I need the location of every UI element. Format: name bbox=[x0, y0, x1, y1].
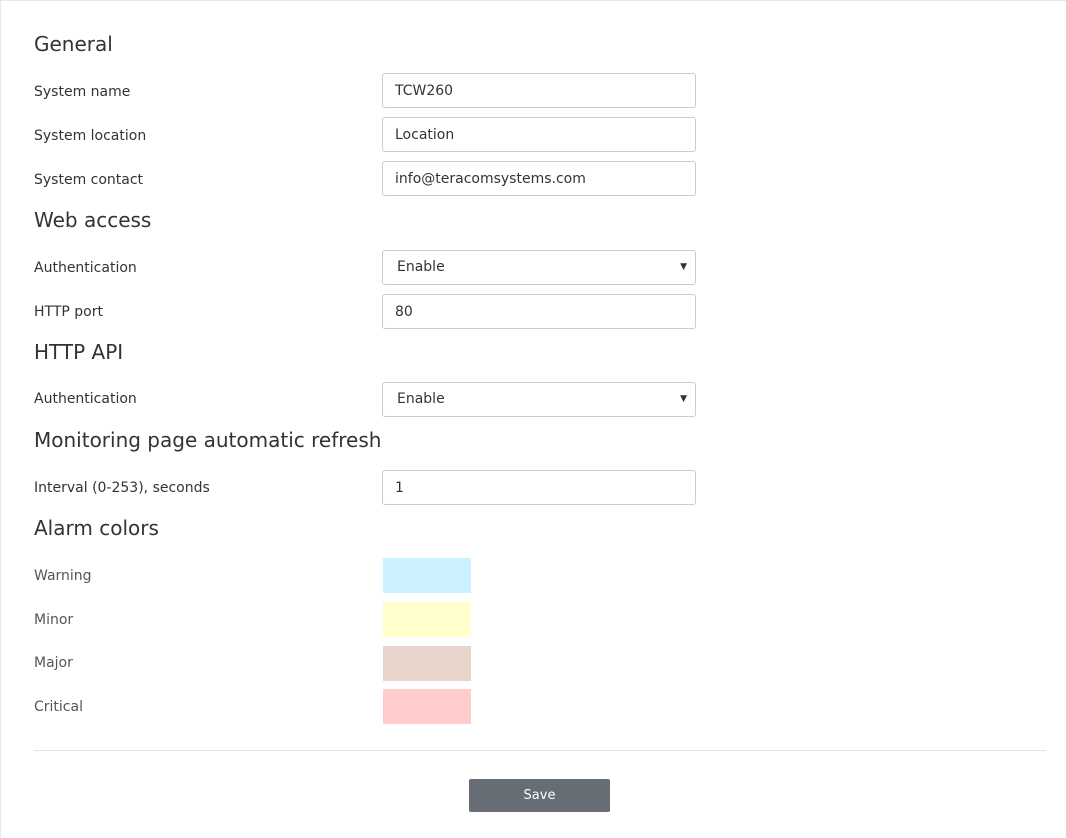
section-title-http-api: HTTP API bbox=[34, 340, 124, 364]
web-authentication-value: Enable bbox=[397, 259, 445, 275]
section-title-web-access: Web access bbox=[34, 208, 152, 232]
form-divider bbox=[34, 750, 1046, 751]
alarm-warning-color-swatch[interactable] bbox=[383, 558, 471, 593]
alarm-minor-color-swatch[interactable] bbox=[383, 602, 471, 637]
alarm-major-label: Major bbox=[34, 655, 73, 671]
dropdown-caret-icon: ▼ bbox=[680, 394, 687, 404]
api-authentication-label: Authentication bbox=[34, 391, 137, 407]
settings-panel: General System name System location Syst… bbox=[0, 0, 1066, 838]
api-authentication-select[interactable]: Enable ▼ bbox=[382, 382, 696, 417]
save-button[interactable]: Save bbox=[469, 779, 610, 812]
web-authentication-select[interactable]: Enable ▼ bbox=[382, 250, 696, 285]
interval-input[interactable] bbox=[382, 470, 696, 505]
section-title-alarm-colors: Alarm colors bbox=[34, 516, 159, 540]
http-port-input[interactable] bbox=[382, 294, 696, 329]
system-location-label: System location bbox=[34, 128, 147, 144]
section-title-general: General bbox=[34, 32, 113, 56]
alarm-major-color-swatch[interactable] bbox=[383, 646, 471, 681]
system-contact-input[interactable] bbox=[382, 161, 696, 196]
system-contact-label: System contact bbox=[34, 172, 144, 188]
dropdown-caret-icon: ▼ bbox=[680, 262, 687, 272]
http-port-label: HTTP port bbox=[34, 304, 103, 320]
system-name-input[interactable] bbox=[382, 73, 696, 108]
system-name-label: System name bbox=[34, 84, 131, 100]
alarm-warning-label: Warning bbox=[34, 568, 92, 584]
system-location-input[interactable] bbox=[382, 117, 696, 152]
api-authentication-value: Enable bbox=[397, 391, 445, 407]
alarm-minor-label: Minor bbox=[34, 612, 74, 628]
alarm-critical-color-swatch[interactable] bbox=[383, 689, 471, 724]
web-authentication-label: Authentication bbox=[34, 260, 137, 276]
alarm-critical-label: Critical bbox=[34, 699, 83, 715]
interval-label: Interval (0-253), seconds bbox=[34, 480, 210, 496]
section-title-monitoring: Monitoring page automatic refresh bbox=[34, 428, 382, 452]
